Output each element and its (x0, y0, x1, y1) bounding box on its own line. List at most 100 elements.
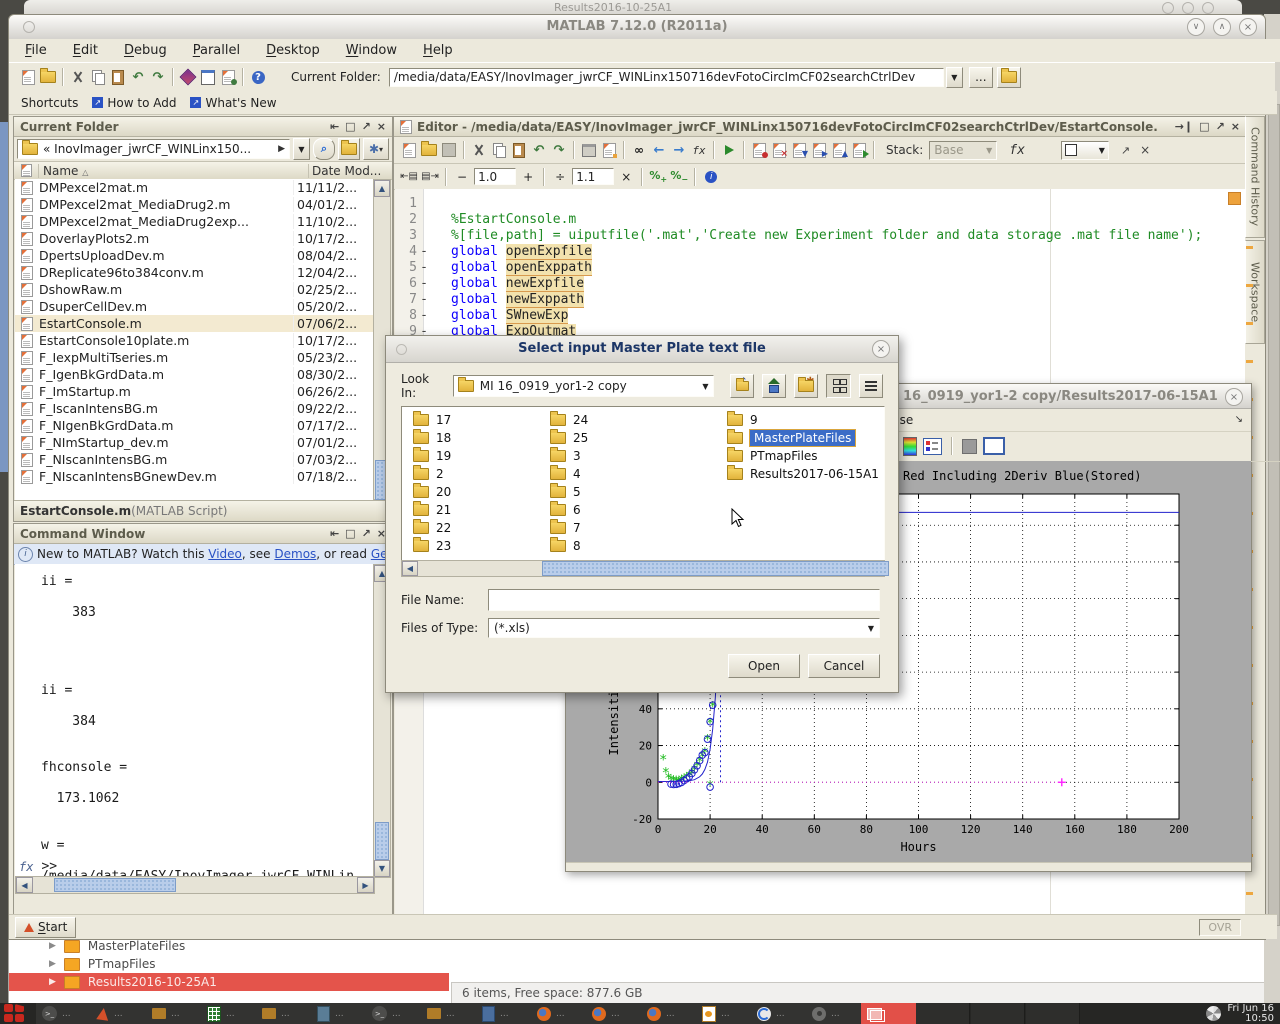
maximize-panel-icon[interactable]: □ (345, 120, 355, 133)
dialog-folder-item[interactable]: 2 (410, 465, 540, 483)
taskbar-item-screenshot[interactable] (861, 1003, 921, 1024)
taskbar-item-terminal[interactable]: >_... (36, 1003, 96, 1024)
up-folder-button[interactable] (338, 138, 360, 160)
increase-spacing-button[interactable]: + (519, 170, 537, 184)
redo-icon[interactable]: ↷ (149, 68, 167, 86)
close-button[interactable]: × (1239, 18, 1257, 36)
code-line[interactable]: 6-global newExpfile (395, 276, 1245, 292)
up-folder-button[interactable] (997, 67, 1021, 88)
path-dropdown-button[interactable]: ▼ (946, 67, 963, 88)
go-forward-icon[interactable]: → (670, 141, 688, 159)
code-line[interactable]: 5-global openExppath (395, 260, 1245, 276)
new-script-icon[interactable] (400, 141, 418, 159)
files-of-type-combo[interactable]: (*.xls) ▼ (488, 618, 880, 638)
dialog-folder-item[interactable]: 17 (410, 411, 540, 429)
paste-icon[interactable] (109, 68, 127, 86)
scroll-left-icon[interactable]: ◀ (402, 561, 418, 576)
file-row[interactable]: EstartConsole10plate.m10/17/2... (15, 332, 375, 349)
file-row[interactable]: DpertsUploadDev.m08/04/2... (15, 247, 375, 264)
cut-icon[interactable] (470, 141, 488, 159)
step-in-icon[interactable]: ▶ (810, 141, 828, 159)
start-button[interactable]: Start (15, 917, 76, 938)
code-analyzer-mark[interactable] (1246, 284, 1253, 287)
redo-icon[interactable]: ↷ (550, 141, 568, 159)
code-analyzer-mark[interactable] (1246, 892, 1253, 895)
decrease-spacing-button[interactable]: − (453, 170, 471, 184)
home-button[interactable] (762, 374, 786, 398)
indent-right-icon[interactable]: ▤⇥ (421, 168, 439, 186)
menu-help[interactable]: Help (423, 43, 453, 58)
figure-close-icon[interactable]: × (1225, 388, 1243, 406)
clear-breakpoints-icon[interactable]: × (770, 141, 788, 159)
publish-icon[interactable] (600, 141, 618, 159)
shortcut-what-s-new[interactable]: ↗What's New (190, 96, 276, 110)
copy-icon[interactable] (490, 141, 508, 159)
editor-header[interactable]: Editor - /media/data/EASY/InovImager_jwr… (394, 117, 1246, 137)
taskbar-item-firefox[interactable]: ... (531, 1003, 591, 1024)
taskbar-item-firefox[interactable]: ... (641, 1003, 701, 1024)
maximize-button[interactable]: ∧ (1213, 18, 1231, 36)
address-dropdown-button[interactable]: ▼ (293, 138, 310, 160)
close-editor-icon[interactable]: × (1140, 143, 1150, 157)
dialog-folder-item[interactable]: 23 (410, 537, 540, 555)
stack-combo[interactable]: Base▼ (929, 141, 997, 160)
divide-button[interactable]: ÷ (551, 170, 569, 184)
file-row[interactable]: DReplicate96to384conv.m12/04/2... (15, 264, 375, 281)
dialog-folder-item[interactable]: PTmapFiles (724, 447, 882, 465)
list-view-button[interactable] (859, 374, 883, 398)
side-tab-command-history[interactable]: Command History (1245, 116, 1265, 238)
expander-icon[interactable]: ▶ (49, 941, 56, 951)
file-row[interactable]: DshowRaw.m02/25/2... (15, 281, 375, 298)
command-hscrollbar[interactable]: ◀ ▶ (15, 876, 375, 894)
file-row[interactable]: F_NIgenBkGrdData.m07/17/2... (15, 417, 375, 434)
undo-icon[interactable]: ↶ (530, 141, 548, 159)
dialog-folder-item[interactable]: 4 (547, 465, 677, 483)
taskbar-item-folder[interactable]: ... (146, 1003, 206, 1024)
dialog-folder-item[interactable]: 9 (724, 411, 882, 429)
side-tab-workspace[interactable]: Workspace (1245, 240, 1265, 344)
scroll-left-icon[interactable]: ◀ (16, 877, 33, 893)
paste-icon[interactable] (510, 141, 528, 159)
dialog-folder-item[interactable]: 7 (547, 519, 677, 537)
scrollbar-thumb[interactable] (54, 878, 176, 892)
taskbar-item-folder[interactable]: ... (256, 1003, 316, 1024)
dialog-folder-item[interactable]: 24 (547, 411, 677, 429)
dialog-folder-item[interactable]: Results2017-06-15A1 (724, 465, 882, 483)
undock-icon[interactable]: ↗ (1216, 120, 1225, 133)
save-icon[interactable] (440, 141, 458, 159)
dialog-folder-item[interactable]: 25 (547, 429, 677, 447)
combo-arrow-icon[interactable]: ▼ (868, 624, 874, 633)
profiler-icon[interactable] (219, 68, 237, 86)
dialog-folder-item[interactable]: 22 (410, 519, 540, 537)
file-row[interactable]: DMPexcel2mat.m11/11/2... (15, 179, 375, 196)
undo-icon[interactable]: ↶ (129, 68, 147, 86)
file-row[interactable]: DoverlayPlots2.m10/17/2... (15, 230, 375, 247)
dialog-folder-item[interactable]: 18 (410, 429, 540, 447)
date-column-header[interactable]: Date Mod... (308, 164, 392, 178)
go-back-icon[interactable]: ← (650, 141, 668, 159)
dialog-hscrollbar[interactable]: ◀ ▶ (401, 560, 885, 577)
actions-gear-button[interactable]: ✱▾ (363, 138, 389, 160)
percent-add-icon[interactable]: %+ (649, 168, 667, 186)
file-row[interactable]: F_IscanIntensBG.m09/22/2... (15, 400, 375, 417)
file-row[interactable]: DMPexcel2mat_MediaDrug2exp...11/10/2... (15, 213, 375, 230)
taskbar-item-swirl[interactable]: ... (751, 1003, 811, 1024)
scroll-down-icon[interactable]: ▼ (374, 860, 390, 877)
maximize-panel-icon[interactable]: □ (1199, 120, 1209, 133)
guide-icon[interactable] (199, 68, 217, 86)
demos-link[interactable]: Demos (274, 547, 316, 561)
copy-icon[interactable] (89, 68, 107, 86)
new-folder-button[interactable]: ✱ (794, 374, 818, 398)
grid-view-button[interactable] (826, 374, 850, 398)
step-icon[interactable]: ▼ (790, 141, 808, 159)
window-layout-combo[interactable]: ▼ (1061, 141, 1109, 160)
taskbar-item-impress[interactable]: ... (696, 1003, 756, 1024)
file-row[interactable]: F_NIscanIntensBG.m07/03/2... (15, 451, 375, 468)
code-analyzer-mark[interactable] (1246, 246, 1253, 249)
app-menu-icon[interactable] (4, 1004, 24, 1022)
open-button[interactable]: Open (728, 654, 800, 678)
code-analyzer-indicator[interactable] (1228, 192, 1241, 205)
indent-left-icon[interactable]: ⇤▤ (400, 168, 418, 186)
dialog-titlebar[interactable]: Select input Master Plate text file × (386, 336, 898, 363)
file-row[interactable]: EstartConsole.m07/06/2... (15, 315, 375, 332)
